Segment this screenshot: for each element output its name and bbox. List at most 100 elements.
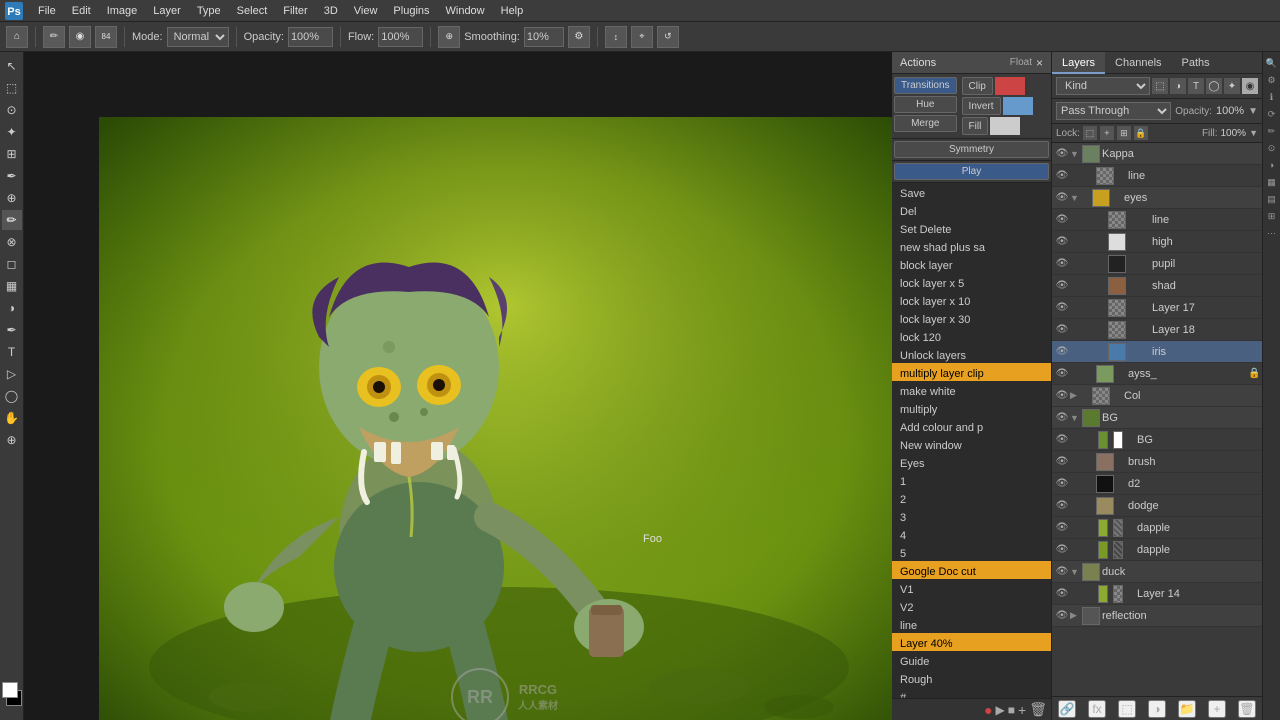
smoothing-input[interactable] — [524, 27, 564, 47]
action-item[interactable]: new shad plus sa — [892, 237, 1051, 255]
layer-row[interactable]: 👁 Layer 18 — [1052, 319, 1262, 341]
gradient-icon[interactable]: ▤ — [1265, 192, 1279, 206]
layer-row[interactable]: 👁 line — [1052, 209, 1262, 231]
expand-arrow[interactable]: ▼ — [1070, 413, 1080, 423]
visibility-toggle[interactable]: 👁 — [1054, 190, 1070, 206]
menu-select[interactable]: Select — [229, 0, 276, 22]
visibility-toggle[interactable]: 👁 — [1054, 476, 1070, 492]
invert-button[interactable]: Invert — [962, 97, 1001, 115]
expand-arrow[interactable]: ▼ — [1070, 567, 1080, 577]
move-tool[interactable]: ↖ — [2, 56, 22, 76]
layer-row[interactable]: 👁 BG — [1052, 429, 1262, 451]
play-button[interactable]: Play — [894, 163, 1049, 180]
eyedropper-tool[interactable]: ✒ — [2, 166, 22, 186]
visibility-toggle[interactable]: 👁 — [1054, 212, 1070, 228]
visibility-toggle[interactable]: 👁 — [1054, 432, 1070, 448]
visibility-toggle[interactable]: 👁 — [1054, 300, 1070, 316]
action-item[interactable]: V2 — [892, 597, 1051, 615]
hand-tool[interactable]: ✋ — [2, 408, 22, 428]
action-item[interactable]: Set Delete — [892, 219, 1051, 237]
transitions-button[interactable]: Transitions — [894, 77, 957, 94]
color-icon[interactable]: ◑ — [1265, 158, 1279, 172]
blend-mode-select[interactable]: Pass Through Normal Multiply — [1056, 102, 1171, 120]
wand-tool[interactable]: ✦ — [2, 122, 22, 142]
fill-button[interactable]: Fill — [962, 117, 989, 135]
hue-button[interactable]: Hue — [894, 96, 957, 113]
layer-row[interactable]: 👁 dapple — [1052, 539, 1262, 561]
layer-row[interactable]: 👁 ayss_ 🔒 — [1052, 363, 1262, 385]
layer-row[interactable]: 👁 shad — [1052, 275, 1262, 297]
artwork-canvas[interactable]: RR RRCG 人人素材 — [99, 117, 892, 720]
path-tool[interactable]: ▷ — [2, 364, 22, 384]
action-item[interactable]: Add colour and p — [892, 417, 1051, 435]
tab-paths[interactable]: Paths — [1172, 52, 1220, 74]
home-button[interactable]: ⌂ — [6, 26, 28, 48]
mode-select[interactable]: Normal — [167, 27, 229, 47]
layer-row[interactable]: 👁 dapple — [1052, 517, 1262, 539]
menu-filter[interactable]: Filter — [275, 0, 315, 22]
action-item[interactable]: lock layer x 30 — [892, 309, 1051, 327]
clone-source-icon[interactable]: ⊙ — [1265, 141, 1279, 155]
visibility-toggle[interactable]: 👁 — [1054, 366, 1070, 382]
expand-arrow[interactable]: ▶ — [1070, 610, 1080, 621]
menu-3d[interactable]: 3D — [316, 0, 346, 22]
options-icon[interactable]: ⚙ — [1265, 73, 1279, 87]
menu-help[interactable]: Help — [493, 0, 532, 22]
layer-row[interactable]: 👁 line — [1052, 165, 1262, 187]
brush-tool[interactable]: ✏ — [2, 210, 22, 230]
action-item[interactable]: multiply layer clip — [892, 363, 1051, 381]
menu-edit[interactable]: Edit — [64, 0, 99, 22]
layer-style-button[interactable]: fx — [1088, 700, 1106, 718]
layer-row[interactable]: 👁 Layer 17 — [1052, 297, 1262, 319]
history-icon[interactable]: ⟳ — [1265, 107, 1279, 121]
smoothing-settings-button[interactable]: ⚙ — [568, 26, 590, 48]
mask-button[interactable]: ⬚ — [1118, 700, 1136, 718]
visibility-toggle[interactable]: 👁 — [1054, 168, 1070, 184]
visibility-toggle[interactable]: 👁 — [1054, 256, 1070, 272]
visibility-toggle[interactable]: 👁 — [1054, 278, 1070, 294]
smart-filter-button[interactable]: ✦ — [1224, 78, 1240, 94]
action-item[interactable]: Guide — [892, 651, 1051, 669]
pen-tool[interactable]: ✒ — [2, 320, 22, 340]
action-item[interactable]: V1 — [892, 579, 1051, 597]
rotation-button[interactable]: ↺ — [657, 26, 679, 48]
merge-button[interactable]: Merge — [894, 115, 957, 132]
brush-settings-icon[interactable]: ✏ — [1265, 124, 1279, 138]
action-item[interactable]: multiply — [892, 399, 1051, 417]
crop-tool[interactable]: ⊞ — [2, 144, 22, 164]
opacity-input[interactable] — [288, 27, 333, 47]
action-item[interactable]: Rough — [892, 669, 1051, 687]
brush-size-button[interactable]: 84 — [95, 26, 117, 48]
lock-pixels-button[interactable]: ⬚ — [1083, 126, 1097, 140]
foreground-color-swatch[interactable] — [2, 682, 18, 698]
expand-arrow[interactable]: ▼ — [1070, 149, 1080, 159]
visibility-toggle[interactable]: 👁 — [1054, 234, 1070, 250]
airbrush-button[interactable]: ⊕ — [438, 26, 460, 48]
layer-row[interactable]: 👁 d2 — [1052, 473, 1262, 495]
action-item[interactable]: New window — [892, 435, 1051, 453]
add-action-icon[interactable]: + — [1018, 702, 1026, 718]
zoom-tool[interactable]: ⊕ — [2, 430, 22, 450]
menu-plugins[interactable]: Plugins — [385, 0, 437, 22]
brush-tool-button[interactable]: ✏ — [43, 26, 65, 48]
action-item[interactable]: Save — [892, 183, 1051, 201]
layer-row[interactable]: 👁 iris — [1052, 341, 1262, 363]
visibility-toggle[interactable]: 👁 — [1054, 498, 1070, 514]
layer-row[interactable]: 👁 pupil — [1052, 253, 1262, 275]
actions-close-button[interactable]: × — [1036, 56, 1043, 70]
filter-toggle-button[interactable]: ◉ — [1242, 78, 1258, 94]
visibility-toggle[interactable]: 👁 — [1054, 454, 1070, 470]
visibility-toggle[interactable]: 👁 — [1054, 322, 1070, 338]
layer-row[interactable]: 👁 ▶ Col — [1052, 385, 1262, 407]
flow-input[interactable] — [378, 27, 423, 47]
text-tool[interactable]: T — [2, 342, 22, 362]
layer-row[interactable]: 👁 dodge — [1052, 495, 1262, 517]
layer-row[interactable]: 👁 ▼ BG — [1052, 407, 1262, 429]
brush-preset-button[interactable]: ◉ — [69, 26, 91, 48]
action-item[interactable]: Unlock layers — [892, 345, 1051, 363]
clip-button[interactable]: Clip — [962, 77, 993, 95]
expand-arrow[interactable]: ▶ — [1070, 390, 1080, 401]
tab-layers[interactable]: Layers — [1052, 52, 1105, 74]
visibility-toggle[interactable]: 👁 — [1054, 564, 1070, 580]
dodge-tool[interactable]: ◑ — [2, 298, 22, 318]
